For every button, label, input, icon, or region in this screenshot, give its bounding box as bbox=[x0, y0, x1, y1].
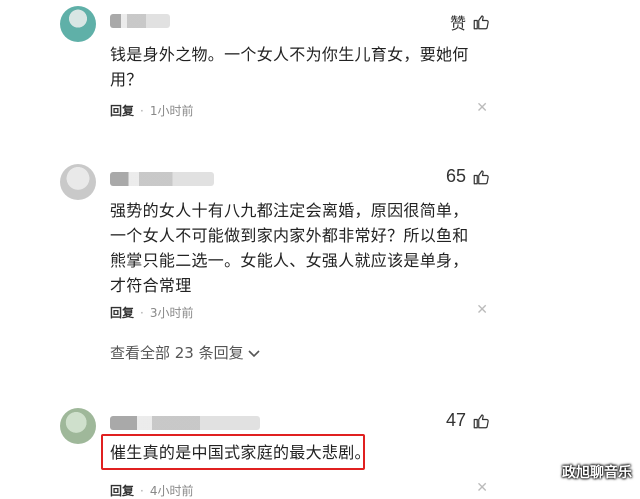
comment-meta: 回复 · 3小时前 bbox=[110, 306, 194, 320]
thumbs-up-icon bbox=[473, 169, 489, 184]
username-blurred[interactable] bbox=[110, 172, 214, 186]
view-all-replies-label: 查看全部 23 条回复 bbox=[110, 344, 244, 362]
comment-text: 钱是身外之物。一个女人不为你生儿育女，要她何用？ bbox=[110, 45, 469, 89]
comment-text: 强势的女人十有八九都注定会离婚，原因很简单，一个女人不可能做到家内家外都非常好？… bbox=[110, 201, 469, 295]
chevron-down-icon bbox=[248, 349, 260, 357]
timestamp: 4小时前 bbox=[149, 484, 194, 498]
reply-button[interactable]: 回复 bbox=[110, 484, 134, 498]
close-icon[interactable]: ✕ bbox=[476, 100, 488, 116]
reply-button[interactable]: 回复 bbox=[110, 306, 134, 320]
avatar[interactable] bbox=[60, 408, 96, 444]
username-blurred[interactable] bbox=[110, 416, 260, 430]
like-count: 赞 bbox=[449, 16, 466, 33]
highlight-box bbox=[101, 434, 365, 470]
like-count: 47 bbox=[445, 410, 466, 430]
avatar[interactable] bbox=[60, 164, 96, 200]
close-icon[interactable]: ✕ bbox=[476, 302, 488, 318]
close-icon[interactable]: ✕ bbox=[476, 480, 488, 496]
timestamp: 3小时前 bbox=[149, 306, 194, 320]
username-blurred[interactable] bbox=[110, 14, 170, 28]
thumbs-up-icon bbox=[473, 15, 489, 30]
watermark: 政旭聊音乐 bbox=[562, 465, 632, 481]
like-count: 65 bbox=[445, 166, 466, 186]
view-all-replies-button[interactable]: 查看全部 23 条回复 bbox=[110, 342, 260, 363]
reply-button[interactable]: 回复 bbox=[110, 104, 134, 118]
comment-meta: 回复 · 1小时前 bbox=[110, 104, 194, 118]
avatar[interactable] bbox=[60, 6, 96, 42]
like-button[interactable]: 65 bbox=[446, 166, 490, 187]
comment-meta: 回复 · 4小时前 bbox=[110, 484, 194, 498]
timestamp: 1小时前 bbox=[149, 104, 194, 118]
like-button[interactable]: 赞 bbox=[450, 10, 490, 34]
thumbs-up-icon bbox=[473, 413, 489, 428]
like-button[interactable]: 47 bbox=[446, 410, 490, 431]
